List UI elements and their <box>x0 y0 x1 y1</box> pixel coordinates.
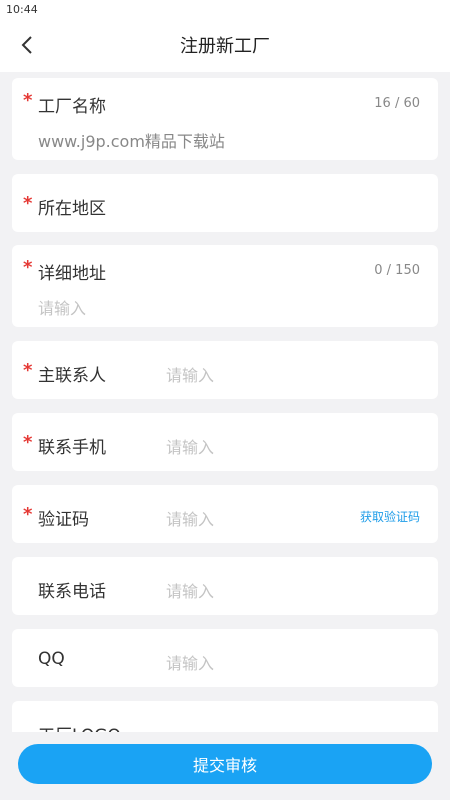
qq-field[interactable]: QQ 请输入 <box>12 629 438 687</box>
qq-label: QQ <box>38 649 65 669</box>
required-mark: * <box>23 257 33 278</box>
form-scroll-area[interactable]: * 工厂名称 16 / 60 www.j9p.com精品下载站 * 所在地区 *… <box>0 72 450 732</box>
chevron-left-icon <box>21 36 32 54</box>
phone-input[interactable]: 请输入 <box>166 578 214 602</box>
contact-person-input[interactable]: 请输入 <box>166 362 214 386</box>
address-field[interactable]: * 详细地址 0 / 150 请输入 <box>12 245 438 327</box>
verify-code-input[interactable]: 请输入 <box>166 506 214 530</box>
required-mark: * <box>23 360 33 381</box>
bottom-bar: 提交审核 <box>0 732 450 800</box>
phone-label: 联系电话 <box>38 582 106 602</box>
verify-code-field[interactable]: * 验证码 请输入 获取验证码 <box>12 485 438 543</box>
address-label: 详细地址 <box>38 264 106 284</box>
qq-input[interactable]: 请输入 <box>166 650 214 674</box>
phone-field[interactable]: 联系电话 请输入 <box>12 557 438 615</box>
get-code-button[interactable]: 获取验证码 <box>360 508 420 525</box>
mobile-field[interactable]: * 联系手机 请输入 <box>12 413 438 471</box>
required-mark: * <box>23 193 33 214</box>
mobile-input[interactable]: 请输入 <box>166 434 214 458</box>
address-counter: 0 / 150 <box>374 263 420 278</box>
logo-label: 工厂LOGO <box>38 721 121 732</box>
logo-field[interactable]: 工厂LOGO <box>12 701 438 732</box>
factory-name-label: 工厂名称 <box>38 97 106 117</box>
back-button[interactable] <box>12 30 42 60</box>
region-field[interactable]: * 所在地区 <box>12 174 438 232</box>
contact-person-field[interactable]: * 主联系人 请输入 <box>12 341 438 399</box>
verify-code-label: 验证码 <box>38 510 89 530</box>
status-time: 10:44 <box>6 3 38 16</box>
region-label: 所在地区 <box>38 199 106 219</box>
submit-button[interactable]: 提交审核 <box>18 744 432 784</box>
required-mark: * <box>23 90 33 111</box>
contact-person-label: 主联系人 <box>38 366 106 386</box>
mobile-label: 联系手机 <box>38 438 106 458</box>
factory-name-counter: 16 / 60 <box>374 96 420 111</box>
required-mark: * <box>23 504 33 525</box>
page-title: 注册新工厂 <box>180 36 270 57</box>
factory-name-field[interactable]: * 工厂名称 16 / 60 www.j9p.com精品下载站 <box>12 78 438 160</box>
required-mark: * <box>23 432 33 453</box>
factory-name-input[interactable]: www.j9p.com精品下载站 <box>38 128 225 152</box>
address-input[interactable]: 请输入 <box>38 295 86 319</box>
status-bar: 10:44 <box>0 0 450 18</box>
nav-bar: 注册新工厂 <box>0 18 450 72</box>
